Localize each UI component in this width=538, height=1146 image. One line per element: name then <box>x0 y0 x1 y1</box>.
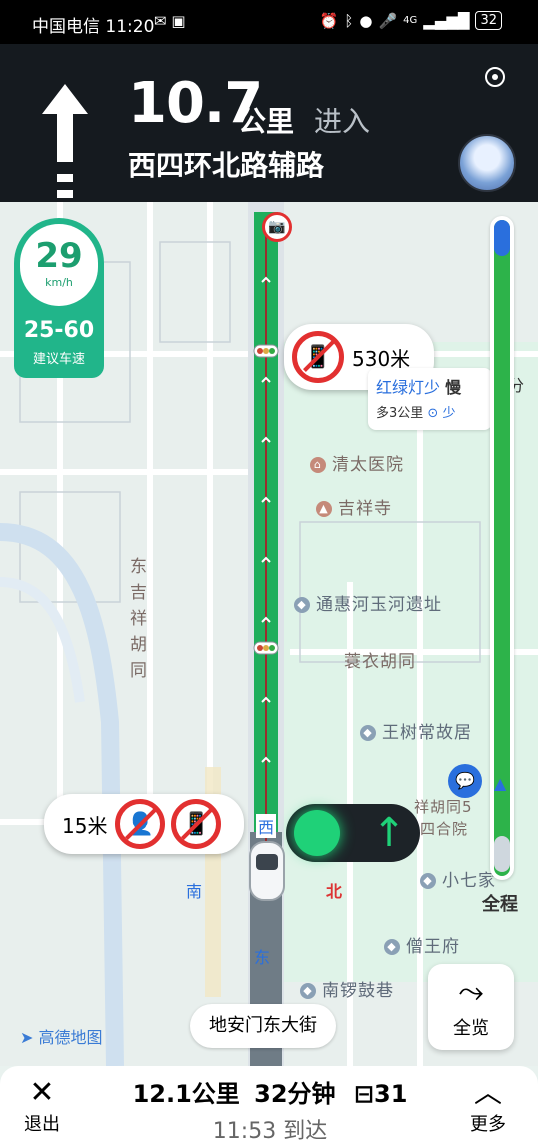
amap-logo: ➤ 高德地图 <box>20 1028 103 1047</box>
poi-qingtai[interactable]: ⌂ 清太医院 <box>310 450 404 475</box>
phone-ban-icon: 📱 <box>171 799 222 849</box>
remaining-distance: 12.1公里 <box>132 1080 240 1108</box>
speed-widget: 29 km/h 25-60 建议车速 <box>14 218 104 378</box>
near-alert: 15米 👤 📱 <box>44 794 244 854</box>
status-icons: ⏰ ᛒ ● 🎤 4G ▂▄▆█ 32 <box>320 11 502 30</box>
traffic-light-panel: ↑ <box>286 804 420 862</box>
network-label: 4G <box>403 15 418 26</box>
overview-label: 全览 <box>453 1018 489 1039</box>
map-view[interactable]: 📷 📱 530米 红绿灯少 慢 多3公里 ⊙ 少 分 29 km/h 25-60 … <box>0 202 538 1066</box>
arrival-time: 11:53 到达 <box>212 1119 328 1144</box>
compass-east: 东 <box>254 948 271 967</box>
compass-north: 北 <box>326 882 343 901</box>
landmark-icon: ◆ <box>360 725 376 741</box>
full-route-label[interactable]: 全程 <box>482 890 518 916</box>
message-icon[interactable]: 💬 <box>448 764 482 798</box>
guidance-panel: 10.7 公里 进入 西四环北路辅路 <box>0 44 538 202</box>
remaining-time: 32分钟 <box>254 1080 336 1108</box>
hospital-icon: ⌂ <box>310 457 326 473</box>
status-bar: 中国电信 11:20 ✉ ▣ ⏰ ᛒ ● 🎤 4G ▂▄▆█ 32 <box>0 0 538 44</box>
close-icon: ✕ <box>29 1075 55 1110</box>
landmark-icon: ◆ <box>420 873 436 889</box>
signal-icon: ▂▄▆█ <box>423 11 470 30</box>
traffic-light-icon: ⊟ <box>353 1080 375 1108</box>
mic-icon: 🎤 <box>378 11 398 30</box>
alt-route-label: 红绿灯少 <box>376 378 441 397</box>
temple-icon: ▲ <box>316 501 332 517</box>
poi-nanluogu[interactable]: ◆ 南锣鼓巷 <box>300 976 394 1001</box>
poi-jixiang5[interactable]: 祥胡同5 <box>414 796 473 817</box>
amap-logo-icon: ➤ <box>20 1028 34 1047</box>
current-position-icon: ▲ <box>494 774 507 793</box>
alt-route-extra: 多3公里 <box>376 406 424 421</box>
more-button[interactable]: ︿ 更多 <box>460 1076 516 1136</box>
green-light-icon <box>294 810 340 856</box>
phone-ban-icon: 📱 <box>292 331 344 383</box>
chevron-up-icon: ︿ <box>473 1076 502 1109</box>
guidance-road: 西四环北路辅路 <box>128 149 325 182</box>
guidance-unit: 公里 <box>238 105 295 138</box>
trip-summary: 12.1公里 32分钟 ⊟31 11:53 到达 <box>100 1074 440 1145</box>
current-speed: 29 <box>35 236 83 276</box>
bottom-bar: ✕ 退出 12.1公里 32分钟 ⊟31 11:53 到达 ︿ 更多 <box>0 1066 538 1146</box>
poi-tonghuihe[interactable]: ◆ 通惠河玉河遗址 <box>294 590 442 615</box>
assistant-avatar[interactable] <box>458 134 516 192</box>
landmark-icon: ◆ <box>294 597 310 613</box>
guidance-action: 进入 <box>314 105 371 138</box>
voice-broadcast-icon[interactable] <box>484 66 506 88</box>
hutong-east-label: 东吉祥胡同 <box>130 557 148 681</box>
poi-wangshuchang[interactable]: ◆ 王树常故居 <box>360 718 472 743</box>
poi-xiaoqi[interactable]: ◆ 小七家 <box>420 866 496 891</box>
overview-button[interactable]: ⤳ 全览 <box>428 964 514 1050</box>
straight-lane-arrow-icon: ↑ <box>372 810 406 856</box>
straight-arrow-icon <box>42 84 88 198</box>
exit-button[interactable]: ✕ 退出 <box>18 1076 66 1136</box>
route-overview-icon: ⤳ <box>458 972 484 1010</box>
compass-west: 西 <box>256 814 277 838</box>
bluetooth-icon: ᛒ <box>344 11 354 30</box>
recommended-speed-label: 建议车速 <box>32 352 85 367</box>
location-icon: ● <box>359 11 373 30</box>
traffic-light-count: 31 <box>374 1080 408 1108</box>
alt-route-card[interactable]: 红绿灯少 慢 多3公里 ⊙ 少 <box>368 368 492 430</box>
landmark-icon: ◆ <box>300 983 316 999</box>
poi-sihe[interactable]: 四合院 <box>420 818 468 839</box>
wechat-icon: ✉ ▣ <box>154 12 186 30</box>
battery-icon: 32 <box>475 11 502 30</box>
compass-south: 南 <box>186 882 203 901</box>
recommended-speed-range: 25-60 <box>23 318 95 343</box>
camera-icon: 📷 <box>262 212 292 242</box>
poi-jixiang[interactable]: ▲ 吉祥寺 <box>316 494 392 519</box>
poi-sengwang[interactable]: ◆ 僧王府 <box>384 932 460 957</box>
seatbelt-icon: 👤 <box>115 799 166 849</box>
more-label: 更多 <box>470 1114 506 1135</box>
alarm-icon: ⏰ <box>319 11 339 30</box>
status-carrier-time: 中国电信 11:20 <box>32 17 155 37</box>
current-street-label: 地安门东大街 <box>190 1004 336 1048</box>
landmark-icon: ◆ <box>384 939 400 955</box>
exit-label: 退出 <box>24 1114 60 1135</box>
near-alert-distance: 15米 <box>62 813 108 838</box>
speed-unit: km/h <box>45 276 73 289</box>
hutong-north-label: 蓑衣胡同 <box>344 652 416 672</box>
